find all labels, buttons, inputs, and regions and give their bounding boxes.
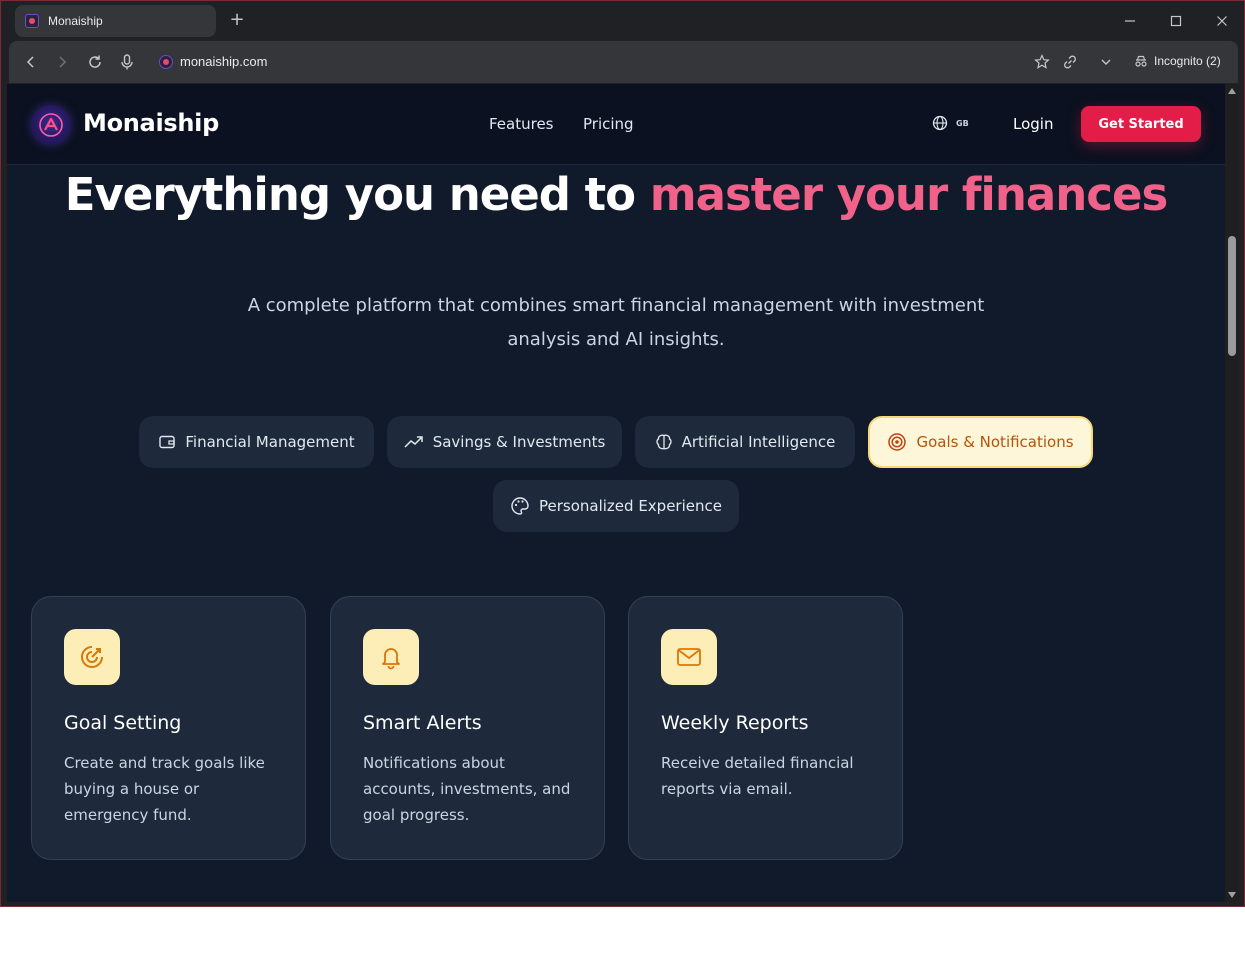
- share-link-button[interactable]: [1060, 52, 1080, 72]
- reload-icon: [89, 55, 101, 68]
- palette-icon: [510, 496, 530, 516]
- brand-logo-icon[interactable]: [31, 105, 71, 145]
- browser-window: Monaiship + monaiship.com Incognito (2) …: [0, 0, 1245, 907]
- bookmark-button[interactable]: [1032, 52, 1052, 72]
- minimize-icon: [1125, 20, 1135, 22]
- hero-title-main: Everything you need to: [64, 168, 650, 221]
- maximize-button[interactable]: [1164, 9, 1188, 33]
- goal-icon: [64, 629, 120, 685]
- card-description: Create and track goals like buying a hou…: [64, 754, 265, 824]
- star-icon: [1034, 54, 1050, 69]
- card-description: Notifications about accounts, investment…: [363, 754, 571, 824]
- tab-search-button[interactable]: [1096, 52, 1116, 72]
- browser-tab[interactable]: Monaiship: [15, 5, 216, 37]
- back-arrow-icon: [26, 56, 34, 68]
- hero-title-accent: master your finances: [649, 168, 1168, 221]
- tab-label: Goals & Notifications: [916, 433, 1074, 451]
- scroll-down-arrow-icon[interactable]: [1228, 892, 1236, 898]
- brand-name[interactable]: Monaiship: [83, 109, 219, 137]
- tab-label: Savings & Investments: [432, 433, 606, 451]
- card-description: Receive detailed financial reports via e…: [661, 754, 854, 798]
- card-title: Smart Alerts: [363, 712, 482, 734]
- tab-title: Monaiship: [48, 14, 103, 28]
- browser-toolbar: monaiship.com Incognito (2): [9, 41, 1238, 83]
- address-favicon-icon: [159, 55, 173, 69]
- target-icon: [887, 432, 907, 452]
- brain-icon: [655, 433, 673, 451]
- card-title: Weekly Reports: [661, 712, 809, 734]
- trending-up-icon: [404, 435, 424, 449]
- tab-financial-management[interactable]: Financial Management: [139, 416, 374, 468]
- voice-search-button[interactable]: [117, 52, 137, 72]
- link-icon: [1064, 55, 1076, 69]
- card-title: Goal Setting: [64, 712, 182, 734]
- chevron-down-icon: [1101, 59, 1111, 65]
- hero-title: Everything you need to master your finan…: [7, 170, 1225, 220]
- nav-link-pricing[interactable]: Pricing: [583, 115, 634, 133]
- reload-button[interactable]: [85, 52, 105, 72]
- incognito-icon: [1135, 55, 1147, 67]
- scroll-up-arrow-icon[interactable]: [1228, 88, 1236, 94]
- tab-label: Financial Management: [185, 433, 355, 451]
- tab-strip: Monaiship +: [1, 1, 1244, 41]
- tab-personalized-experience[interactable]: Personalized Experience: [493, 480, 739, 532]
- back-button[interactable]: [21, 52, 41, 72]
- close-window-button[interactable]: [1210, 9, 1234, 33]
- login-link[interactable]: Login: [1013, 115, 1053, 133]
- tab-label: Personalized Experience: [539, 497, 722, 515]
- feature-card-goal-setting: Goal Setting Create and track goals like…: [31, 596, 306, 860]
- get-started-button[interactable]: Get Started: [1081, 106, 1201, 142]
- feature-card-smart-alerts: Smart Alerts Notifications about account…: [330, 596, 605, 860]
- close-icon: [1217, 16, 1227, 26]
- tab-artificial-intelligence[interactable]: Artificial Intelligence: [635, 416, 855, 468]
- forward-button[interactable]: [52, 52, 72, 72]
- incognito-label: Incognito (2): [1154, 54, 1221, 68]
- language-code: GB: [956, 118, 969, 128]
- hero-subtitle: A complete platform that combines smart …: [247, 295, 985, 350]
- tab-label: Artificial Intelligence: [681, 433, 836, 451]
- microphone-icon: [121, 54, 133, 70]
- page-scrollbar[interactable]: [1225, 84, 1239, 902]
- feature-card-weekly-reports: Weekly Reports Receive detailed financia…: [628, 596, 903, 860]
- site-favicon-icon: [25, 14, 39, 28]
- language-selector[interactable]: GB: [932, 115, 969, 131]
- tab-savings-investments[interactable]: Savings & Investments: [387, 416, 622, 468]
- tab-goals-notifications[interactable]: Goals & Notifications: [868, 416, 1093, 468]
- maximize-icon: [1170, 15, 1182, 27]
- page-viewport: Monaiship Features Pricing GB Login Get …: [7, 84, 1225, 902]
- address-bar-url[interactable]: monaiship.com: [180, 54, 267, 69]
- new-tab-button[interactable]: +: [228, 10, 246, 30]
- forward-arrow-icon: [59, 56, 67, 68]
- nav-link-features[interactable]: Features: [489, 115, 554, 133]
- site-header: Monaiship Features Pricing GB Login Get …: [7, 84, 1225, 165]
- wallet-icon: [158, 433, 176, 451]
- scrollbar-thumb[interactable]: [1228, 236, 1236, 356]
- bell-icon: [363, 629, 419, 685]
- incognito-indicator[interactable]: Incognito (2): [1134, 54, 1221, 68]
- minimize-button[interactable]: [1118, 9, 1142, 33]
- globe-icon: [932, 115, 948, 131]
- mail-icon: [661, 629, 717, 685]
